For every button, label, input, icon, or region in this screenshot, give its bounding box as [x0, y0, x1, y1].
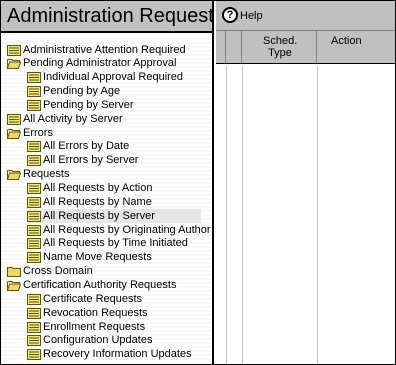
tree-item[interactable]: Revocation Requests [27, 306, 212, 320]
column-header-label: Sched. Type [263, 35, 298, 59]
tree-item-label: Pending by Age [43, 85, 121, 98]
view-body[interactable] [216, 65, 395, 364]
folder-closed-icon [7, 266, 23, 278]
tree-item[interactable]: Enrollment Requests [27, 320, 212, 334]
page-title: Administration Requests [7, 5, 214, 27]
column-header-select[interactable] [216, 31, 226, 63]
view-column-header: Sched. Type Action [216, 31, 395, 64]
view-icon [27, 183, 43, 194]
tree-item-label: All Requests by Time Initiated [43, 237, 188, 250]
tree-item[interactable]: Errors [7, 126, 212, 140]
column-header-label: Action [331, 35, 362, 47]
tree-item[interactable]: Requests [7, 168, 212, 182]
tree-item-label: Certificate Requests [43, 292, 143, 305]
tree-item[interactable]: Pending by Age [27, 85, 212, 99]
view-pane: ? Help Sched. Type Action [216, 1, 395, 364]
column-divider [226, 65, 227, 364]
tree-item-label: All Requests by Action [43, 182, 153, 194]
tree-item[interactable]: Configuration Updates [27, 334, 212, 348]
app-window: Administration Requests Administrative A… [0, 0, 396, 365]
tree-item[interactable]: Pending by Server [27, 98, 212, 112]
tree-item[interactable]: Recovery Information Updates [27, 348, 212, 362]
tree-item-label: Name Move Requests [43, 251, 152, 264]
tree-item-label: All Requests by Originating Author [43, 223, 211, 236]
help-icon[interactable]: ? [222, 7, 238, 23]
tree-item-label: Configuration Updates [43, 334, 153, 347]
tree-item[interactable]: All Requests by Action [27, 182, 212, 196]
tree-item[interactable]: Pending Administrator Approval [7, 57, 212, 71]
navigator-header: Administration Requests [1, 1, 212, 33]
tree-item-label: Recovery Information Updates [43, 348, 192, 361]
column-divider [242, 65, 243, 364]
tree-item-label: Individual Approval Required [43, 71, 184, 84]
tree-item-label: All Errors by Date [43, 140, 130, 153]
folder-open-icon [7, 280, 23, 291]
column-header-action[interactable]: Action [317, 31, 395, 63]
view-icon [27, 335, 43, 347]
tree-item-label: Revocation Requests [43, 306, 148, 319]
view-icon [27, 293, 43, 305]
view-icon [27, 155, 43, 167]
view-icon [27, 72, 43, 84]
folder-open-icon [7, 58, 23, 70]
navigator-pane: Administration Requests Administrative A… [1, 1, 214, 364]
tree-item[interactable]: All Requests by Time Initiated [27, 237, 212, 251]
tree-item[interactable]: Certification Authority Requests [7, 278, 212, 292]
column-divider [317, 65, 318, 364]
column-header-icon[interactable] [226, 31, 242, 63]
view-icon [27, 238, 43, 250]
tree-item[interactable]: All Requests by Originating Author [27, 223, 212, 237]
view-icon [27, 252, 43, 264]
tree-item-label: Certification Authority Requests [23, 278, 177, 291]
tree-item[interactable]: All Requests by Name [27, 195, 212, 209]
tree-item-label: All Activity by Server [23, 112, 123, 125]
tree-item[interactable]: All Requests by Server [27, 209, 201, 224]
navigation-tree: Administrative Attention Required Pending… [1, 37, 212, 364]
view-icon [27, 196, 43, 208]
tree-item-label: Pending by Server [43, 98, 134, 111]
tree-item[interactable]: Certificate Requests [27, 292, 212, 306]
tree-item-label: Errors [23, 126, 53, 139]
tree-item[interactable]: Cross Domain [7, 265, 212, 279]
tree-item-label: All Requests by Name [43, 195, 152, 208]
view-icon [7, 113, 23, 125]
tree-item[interactable]: Name Move Requests [27, 251, 212, 265]
action-bar: ? Help [216, 1, 395, 31]
tree-item-label: Pending Administrator Approval [23, 57, 177, 70]
tree-item-label: Requests [23, 168, 70, 181]
tree-item-label: All Requests by Server [43, 209, 155, 222]
view-icon [27, 349, 43, 361]
folder-open-icon [7, 128, 23, 139]
view-icon [27, 141, 43, 153]
view-icon [27, 307, 43, 319]
view-icon [27, 99, 43, 111]
view-icon [7, 44, 23, 56]
view-icon [27, 224, 43, 236]
view-icon [27, 86, 43, 98]
column-header-sched-type[interactable]: Sched. Type [242, 31, 317, 63]
tree-item-label: All Errors by Server [43, 154, 139, 167]
tree-item[interactable]: All Activity by Server [7, 112, 212, 126]
tree-item-label: Cross Domain [23, 265, 93, 278]
tree-item-label: Enrollment Requests [43, 320, 146, 333]
tree-item-label: Administrative Attention Required [23, 43, 186, 56]
folder-open-icon [7, 169, 23, 181]
view-icon [27, 321, 43, 333]
tree-item[interactable]: Administrative Attention Required [7, 43, 212, 57]
tree-item[interactable]: All Errors by Server [27, 154, 212, 168]
tree-item[interactable]: Individual Approval Required [27, 71, 212, 85]
tree-item[interactable]: All Errors by Date [27, 140, 212, 154]
view-icon [27, 210, 43, 222]
help-button[interactable]: Help [240, 10, 263, 22]
